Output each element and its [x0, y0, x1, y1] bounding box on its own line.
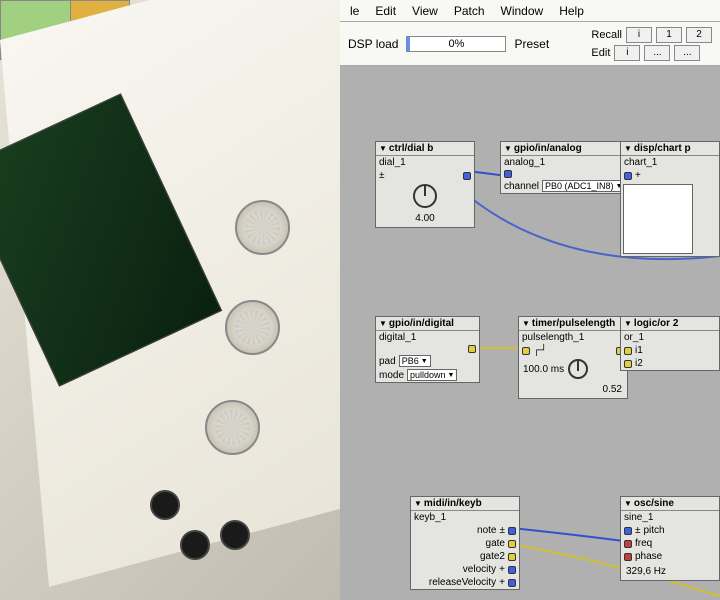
port-note[interactable]	[508, 527, 516, 535]
port-label: pitch	[644, 525, 665, 536]
node-name: or_1	[621, 331, 719, 344]
recall-label: Recall	[591, 29, 622, 41]
port-out[interactable]	[463, 172, 471, 180]
node-sine[interactable]: osc/sine sine_1 ±pitch freq phase 329,6 …	[620, 496, 720, 581]
patch-canvas[interactable]: ctrl/dial b dial_1 ± 4.00 gpio/in/analog…	[340, 66, 720, 600]
sym: +	[499, 564, 505, 575]
node-logic-or[interactable]: logic/or 2 or_1 i1 i2	[620, 316, 720, 371]
edit-i[interactable]: i	[614, 45, 640, 61]
port-label: freq	[635, 538, 652, 549]
i2-label: i2	[635, 358, 643, 369]
channel-dropdown[interactable]: PB0 (ADC1_IN8)	[542, 180, 625, 192]
recall-2[interactable]: 2	[686, 27, 712, 43]
port-label: gate	[486, 538, 505, 549]
port-in[interactable]	[504, 170, 512, 178]
node-title: ctrl/dial b	[376, 142, 474, 156]
menu-view[interactable]: View	[404, 2, 446, 20]
node-name: sine_1	[621, 511, 719, 524]
node-dial[interactable]: ctrl/dial b dial_1 ± 4.00	[375, 141, 475, 228]
node-name: digital_1	[376, 331, 479, 344]
node-digital[interactable]: gpio/in/digital digital_1 padPB6 modepul…	[375, 316, 480, 383]
menu-file[interactable]: le	[342, 2, 367, 20]
preset-label: Preset	[514, 37, 549, 51]
patch-editor: le Edit View Patch Window Help DSP load …	[340, 0, 720, 600]
port-symbol: +	[635, 170, 641, 181]
port-label: releaseVelocity	[429, 577, 496, 588]
i1-label: i1	[635, 345, 643, 356]
port-velocity[interactable]	[508, 566, 516, 574]
dsp-label: DSP load	[348, 37, 398, 51]
port-i2[interactable]	[624, 360, 632, 368]
port-release-velocity[interactable]	[508, 579, 516, 587]
hardware-photo	[0, 0, 340, 600]
port-in[interactable]	[522, 347, 530, 355]
sym: ±	[635, 525, 641, 536]
node-chart[interactable]: disp/chart p chart_1 +	[620, 141, 720, 257]
node-title: osc/sine	[621, 497, 719, 511]
node-title: logic/or 2	[621, 317, 719, 331]
node-name: chart_1	[621, 156, 719, 169]
pulse-knob[interactable]	[568, 359, 588, 379]
menu-help[interactable]: Help	[551, 2, 592, 20]
mode-label: mode	[379, 370, 404, 381]
node-keyb[interactable]: midi/in/keyb keyb_1 note ± gate gate2 vel…	[410, 496, 520, 590]
port-out[interactable]	[468, 345, 476, 353]
port-in[interactable]	[624, 172, 632, 180]
node-title: timer/pulselength	[519, 317, 627, 331]
dsp-load-bar: 0%	[406, 36, 506, 52]
port-label: gate2	[480, 551, 505, 562]
port-label: note	[477, 525, 496, 536]
port-gate2[interactable]	[508, 553, 516, 561]
dial-value: 4.00	[376, 210, 474, 227]
menu-window[interactable]: Window	[493, 2, 552, 20]
port-freq[interactable]	[624, 540, 632, 548]
port-gate[interactable]	[508, 540, 516, 548]
port-label: phase	[635, 551, 662, 562]
node-pulselength[interactable]: timer/pulselength pulselength_1 ┌┘ 100.0…	[518, 316, 628, 399]
menu-patch[interactable]: Patch	[446, 2, 493, 20]
mode-dropdown[interactable]: pulldown	[407, 369, 457, 381]
pulse-time: 100.0 ms	[523, 364, 564, 375]
node-title: midi/in/keyb	[411, 497, 519, 511]
sym: ±	[500, 525, 506, 536]
port-phase[interactable]	[624, 553, 632, 561]
node-title: disp/chart p	[621, 142, 719, 156]
node-title: gpio/in/digital	[376, 317, 479, 331]
edit-more2[interactable]: ...	[674, 45, 700, 61]
pulse-value: 0.52	[519, 381, 627, 398]
sine-freq: 329,6 Hz	[621, 563, 719, 580]
dial-knob[interactable]	[413, 184, 437, 208]
menubar: le Edit View Patch Window Help	[340, 0, 720, 22]
node-name: dial_1	[376, 156, 474, 169]
node-name: pulselength_1	[519, 331, 627, 344]
port-i1[interactable]	[624, 347, 632, 355]
port-pitch[interactable]	[624, 527, 632, 535]
recall-i[interactable]: i	[626, 27, 652, 43]
channel-label: channel	[504, 181, 539, 192]
chart-display	[623, 184, 693, 254]
port-label: velocity	[463, 564, 496, 575]
recall-1[interactable]: 1	[656, 27, 682, 43]
port-symbol: ±	[379, 170, 385, 181]
sym: +	[499, 577, 505, 588]
node-name: keyb_1	[411, 511, 519, 524]
edit-label: Edit	[591, 47, 610, 59]
edit-more1[interactable]: ...	[644, 45, 670, 61]
pulse-icon: ┌┘	[533, 345, 547, 356]
pad-dropdown[interactable]: PB6	[399, 355, 431, 367]
menu-edit[interactable]: Edit	[367, 2, 404, 20]
pad-label: pad	[379, 356, 396, 367]
toolbar: DSP load 0% Preset Recall i 1 2 Edit i .…	[340, 22, 720, 66]
